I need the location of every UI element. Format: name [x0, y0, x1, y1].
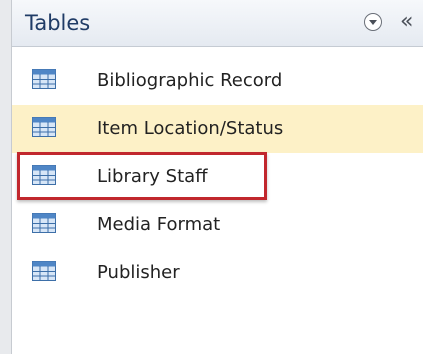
list-item-label: Publisher: [97, 262, 180, 283]
list-item-library-staff[interactable]: Library Staff: [12, 153, 423, 201]
list-item-bibliographic-record[interactable]: Bibliographic Record: [12, 57, 423, 105]
list-item-label: Bibliographic Record: [97, 70, 283, 91]
list-item-label: Media Format: [97, 214, 221, 235]
navigation-pane-header[interactable]: Tables «: [12, 0, 423, 47]
table-list: Bibliographic Record Item Location/Statu…: [12, 57, 423, 297]
list-item-item-location-status[interactable]: Item Location/Status: [12, 105, 423, 153]
pane-title: Tables: [25, 11, 91, 35]
window-left-edge: [0, 0, 12, 354]
table-icon: [32, 261, 56, 285]
table-icon: [32, 69, 56, 93]
list-item-label: Library Staff: [97, 166, 208, 187]
list-item-label: Item Location/Status: [97, 118, 284, 139]
navigation-pane: Tables « Bibliographic Record Item Locat…: [12, 0, 423, 354]
list-item-media-format[interactable]: Media Format: [12, 201, 423, 249]
table-icon: [32, 117, 56, 141]
chevron-down-circle-icon[interactable]: [364, 13, 382, 31]
double-chevron-left-icon[interactable]: «: [400, 8, 423, 36]
table-icon: [32, 165, 56, 189]
list-item-publisher[interactable]: Publisher: [12, 249, 423, 297]
table-icon: [32, 213, 56, 237]
